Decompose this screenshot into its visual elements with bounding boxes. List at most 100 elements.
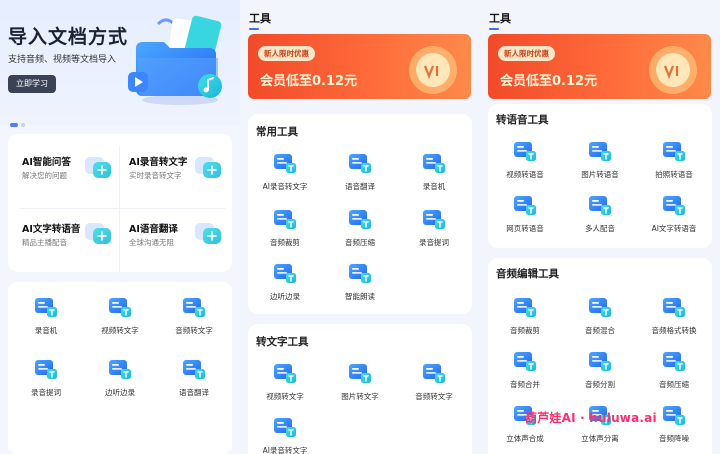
recorder-icon — [34, 296, 58, 318]
tool-audio-trim[interactable]: 音频裁剪 — [490, 296, 560, 336]
quick-tool-voice-translate[interactable]: 语音翻译 — [159, 358, 229, 398]
image-text-icon — [348, 362, 372, 384]
section-title: 转文字工具 — [256, 336, 309, 348]
quick-tool-video-to-text[interactable]: 视频转文字 — [85, 296, 155, 336]
tool-recorder[interactable]: 录音机 — [399, 152, 469, 192]
people-icon — [588, 194, 612, 216]
tool-label: 录音机 — [34, 326, 58, 335]
feature-subtitle: 精品主播配音 — [22, 238, 67, 247]
tool-multi-voice[interactable]: 多人配音 — [565, 194, 635, 234]
tool-label: 录音机 — [422, 182, 446, 191]
chat-icon — [84, 154, 112, 180]
teleprompter-icon — [422, 208, 446, 230]
webpage-icon — [513, 194, 537, 216]
scissors-icon — [513, 296, 537, 318]
record-text-icon — [273, 152, 297, 174]
denoise-icon — [662, 404, 686, 426]
carousel-dots[interactable] — [10, 112, 28, 131]
tool-label: 视频转文字 — [266, 392, 304, 401]
video-text-icon — [108, 296, 132, 318]
tool-ai-tts[interactable]: AI文字转语音 — [639, 194, 709, 234]
tool-image-to-text[interactable]: 图片转文字 — [325, 362, 395, 402]
feature-subtitle: 解决您的问题 — [22, 171, 67, 180]
recorder-icon — [422, 152, 446, 174]
tool-audio-mix[interactable]: 音频混合 — [565, 296, 635, 336]
record-text-icon — [194, 154, 222, 180]
tools-panel-b: 工具 新人限时优惠 会员低至0.12元 转语音工具 视频转语音 图片转语音 拍照… — [480, 0, 720, 454]
tool-audio-merge[interactable]: 音频合并 — [490, 350, 560, 390]
tool-video-to-speech[interactable]: 视频转语音 — [490, 140, 560, 180]
hero-banner: 导入文档方式 支持音频、视频等文档导入 立即学习 — [0, 0, 240, 127]
tool-label: 智能朗读 — [345, 292, 375, 301]
quick-tools-card: 录音机 视频转文字 音频转文字 录音提词 边听边录 语音翻译 — [8, 282, 232, 454]
tool-audio-split[interactable]: 音频分割 — [565, 350, 635, 390]
page-title: 工具 — [489, 12, 511, 30]
tool-label: 音频合并 — [510, 380, 540, 389]
quick-tool-audio-to-text[interactable]: 音频转文字 — [159, 296, 229, 336]
learn-now-button[interactable]: 立即学习 — [8, 75, 56, 93]
text-to-speech-icon — [84, 220, 112, 246]
quick-tool-recorder[interactable]: 录音机 — [11, 296, 81, 336]
audio-text-icon — [422, 362, 446, 384]
ai-feature-card: AI智能问答 解决您的问题 AI录音转文字 实时录音转文字 AI文字转语音 精品… — [8, 134, 232, 272]
tool-image-to-speech[interactable]: 图片转语音 — [565, 140, 635, 180]
folder-illustration-icon — [128, 15, 222, 105]
tool-ai-record-text[interactable]: AI录音转文字 — [250, 416, 320, 454]
promo-text: 会员低至0.12元 — [500, 74, 598, 89]
hero-title: 导入文档方式 — [8, 26, 129, 48]
tool-label: 视频转文字 — [101, 326, 139, 335]
tool-audio-compress[interactable]: 音频压缩 — [325, 208, 395, 248]
promo-text: 会员低至0.12元 — [260, 74, 358, 89]
tool-label: 音频转文字 — [175, 326, 213, 335]
tool-label: AI文字转语音 — [651, 224, 697, 233]
merge-icon — [513, 350, 537, 372]
section-title: 音频编辑工具 — [496, 268, 559, 280]
tool-label: 音频转文字 — [415, 392, 453, 401]
common-tools-card: 常用工具 AI录音转文字 语音翻译 录音机 音频裁剪 音频压缩 录音提词 边听边… — [248, 114, 472, 314]
tool-label: 音频分割 — [585, 380, 615, 389]
video-speech-icon — [513, 140, 537, 162]
tool-listen-record[interactable]: 边听边录 — [250, 262, 320, 302]
tool-teleprompter[interactable]: 录音提词 — [399, 208, 469, 248]
feature-subtitle: 全球沟通无阻 — [129, 238, 174, 247]
tool-audio-compress[interactable]: 音频压缩 — [639, 350, 709, 390]
image-speech-icon — [588, 140, 612, 162]
tool-label: 音频裁剪 — [270, 238, 300, 247]
promo-tag: 新人限时优惠 — [258, 46, 315, 61]
tool-label: 语音翻译 — [179, 388, 209, 397]
tool-label: 图片转文字 — [341, 392, 379, 401]
audio-text-icon — [182, 296, 206, 318]
video-text-icon — [273, 362, 297, 384]
tool-label: 音频格式转换 — [651, 326, 697, 335]
compress-icon — [662, 350, 686, 372]
tool-label: 多人配音 — [585, 224, 615, 233]
tool-label: 音频裁剪 — [510, 326, 540, 335]
tool-label: 边听边录 — [270, 292, 300, 301]
read-aloud-icon — [348, 262, 372, 284]
tool-voice-translate[interactable]: 语音翻译 — [325, 152, 395, 192]
headphone-icon — [108, 358, 132, 380]
tool-label: 图片转语音 — [581, 170, 619, 179]
tool-web-to-speech[interactable]: 网页转语音 — [490, 194, 560, 234]
record-text-icon — [273, 416, 297, 438]
quick-tool-listen-record[interactable]: 边听边录 — [85, 358, 155, 398]
tool-audio-convert[interactable]: 音频格式转换 — [639, 296, 709, 336]
tool-label: 立体声合成 — [506, 434, 544, 443]
section-title: 常用工具 — [256, 126, 298, 138]
tool-audio-to-text[interactable]: 音频转文字 — [399, 362, 469, 402]
tool-ai-record-text[interactable]: AI录音转文字 — [250, 152, 320, 192]
translate-icon — [348, 152, 372, 174]
feature-title: AI语音翻译 — [129, 224, 178, 235]
tool-smart-read[interactable]: 智能朗读 — [325, 262, 395, 302]
split-icon — [588, 350, 612, 372]
translate-icon — [182, 358, 206, 380]
tool-audio-trim[interactable]: 音频裁剪 — [250, 208, 320, 248]
tool-photo-to-speech[interactable]: 拍照转语音 — [639, 140, 709, 180]
promo-banner[interactable]: 新人限时优惠 会员低至0.12元 — [248, 34, 471, 99]
promo-tag: 新人限时优惠 — [498, 46, 555, 61]
quick-tool-teleprompter[interactable]: 录音提词 — [11, 358, 81, 398]
tool-video-to-text[interactable]: 视频转文字 — [250, 362, 320, 402]
feature-title: AI录音转文字 — [129, 157, 188, 168]
promo-banner[interactable]: 新人限时优惠 会员低至0.12元 — [488, 34, 711, 99]
tool-label: 网页转语音 — [506, 224, 544, 233]
